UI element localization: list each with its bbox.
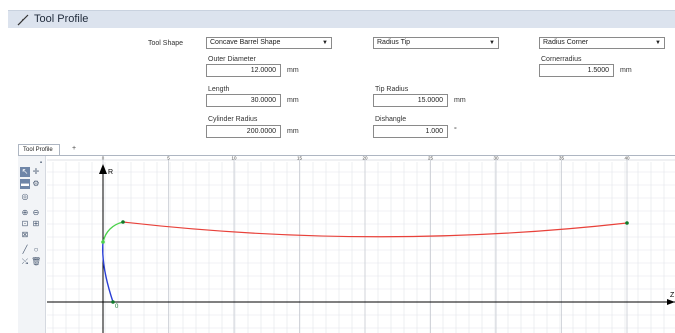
add-tab-button[interactable]: +: [72, 144, 76, 155]
y-axis-label: R: [108, 169, 113, 176]
tip-select-value: Radius Tip: [377, 39, 411, 46]
x-tick-label: 30: [493, 156, 499, 161]
length-unit: mm: [287, 97, 299, 104]
cylinder-radius-field[interactable]: 200.0000: [206, 125, 281, 138]
node-point[interactable]: [121, 220, 125, 224]
dropdown-arrow-icon: ▼: [489, 40, 495, 46]
zoom-all-icon[interactable]: ⊠: [20, 230, 30, 240]
tip-radius-field[interactable]: 15.0000: [373, 94, 448, 107]
dropdown-arrow-icon: ▼: [655, 40, 661, 46]
node-point[interactable]: [101, 240, 105, 244]
tool-profile-icon: [17, 14, 29, 26]
view-toolbar: ▪ ↖ ✛ ▬ ⚙ ◎ ⊕ ⊖ ⊡ ⊞ ⊠ ╱ ○ ⤯ 🗑: [18, 156, 46, 333]
delete-icon[interactable]: 🗑: [31, 257, 41, 267]
cornerradius-unit: mm: [620, 67, 632, 74]
window-title: Tool Profile: [34, 13, 89, 25]
x-tick-label: 20: [362, 156, 368, 161]
corner-select-value: Radius Corner: [543, 39, 589, 46]
tip-arc: [102, 241, 114, 303]
grid: [47, 160, 675, 333]
tab-tool-profile[interactable]: Tool Profile: [18, 144, 60, 155]
length-field[interactable]: 30.0000: [206, 94, 281, 107]
corner-arc: [102, 221, 124, 243]
cylinder-radius-label: Cylinder Radius: [208, 116, 258, 123]
shape-select-value: Concave Barrel Shape: [210, 39, 281, 46]
select-mode-icon[interactable]: ↖: [20, 167, 30, 177]
circle-icon[interactable]: ○: [31, 245, 41, 255]
cylinder-radius-unit: mm: [287, 128, 299, 135]
tip-select[interactable]: Radius Tip ▼: [373, 37, 499, 49]
target-icon[interactable]: ◎: [20, 192, 30, 202]
x-tick-label: 15: [297, 156, 303, 161]
dropdown-arrow-icon: ▼: [322, 40, 328, 46]
line-icon[interactable]: ╱: [20, 245, 30, 255]
outer-diameter-unit: mm: [287, 67, 299, 74]
origin-label: 0: [115, 304, 119, 310]
profile-viewport[interactable]: Z R 0 5 10 15 20 25 30 35 40 0: [47, 156, 675, 333]
tip-radius-unit: mm: [454, 97, 466, 104]
outer-diameter-label: Outer Diameter: [208, 56, 256, 63]
zoom-out-icon[interactable]: ⊖: [31, 208, 41, 218]
tip-radius-label: Tip Radius: [375, 86, 409, 93]
dishangle-label: Dishangle: [375, 116, 407, 123]
cornerradius-label: Cornerradius: [541, 56, 582, 63]
tool-shape-label: Tool Shape: [148, 40, 184, 47]
shape-select[interactable]: Concave Barrel Shape ▼: [206, 37, 332, 49]
x-axis-arrow-icon: [667, 299, 675, 305]
outer-diameter-field[interactable]: 12.0000: [206, 64, 281, 77]
x-tick-label: 40: [624, 156, 630, 161]
dishangle-unit: °: [454, 127, 457, 134]
dishangle-field[interactable]: 1.000: [373, 125, 448, 138]
y-axis-arrow-icon: [99, 164, 107, 174]
cornerradius-field[interactable]: 1.5000: [539, 64, 614, 77]
snap-icon[interactable]: ⤯: [20, 257, 30, 267]
x-tick-label: 10: [231, 156, 237, 161]
x-tick-label: 35: [559, 156, 565, 161]
title-bar: Tool Profile: [8, 10, 675, 28]
fill-icon[interactable]: ▬: [20, 179, 30, 189]
zoom-fit-icon[interactable]: ⊞: [31, 219, 41, 229]
x-tick-label: 25: [428, 156, 434, 161]
length-label: Length: [208, 86, 230, 93]
node-point[interactable]: [625, 221, 629, 225]
pan-icon[interactable]: ✛: [31, 167, 41, 177]
settings-icon[interactable]: ⚙: [31, 179, 41, 189]
zoom-in-icon[interactable]: ⊕: [20, 208, 30, 218]
zoom-window-icon[interactable]: ⊡: [20, 219, 30, 229]
x-axis-label: Z: [670, 292, 675, 299]
corner-select[interactable]: Radius Corner ▼: [539, 37, 665, 49]
